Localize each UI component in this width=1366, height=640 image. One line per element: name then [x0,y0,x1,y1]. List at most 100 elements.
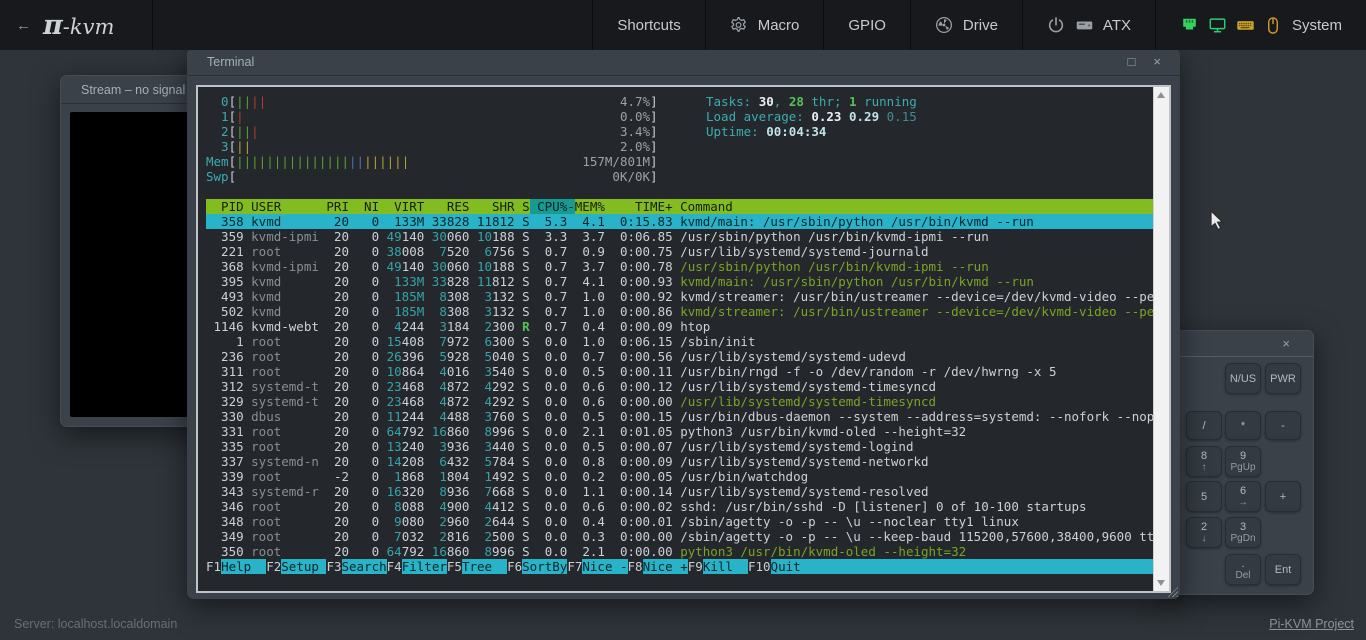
key-3[interactable]: 3PgDn [1225,517,1261,548]
fnkey-F1[interactable]: F1 [206,559,221,574]
fnkey-label-F10[interactable]: Quit [771,559,816,574]
mouse-cursor [1210,210,1226,237]
process-row[interactable]: 346 root 20 0 8088 4900 4412 S 0.0 0.6 0… [206,499,1154,514]
process-row[interactable]: 221 root 20 0 38008 7520 6756 S 0.7 0.9 … [206,244,1154,259]
numpad-window: × N/USPWR /*- 8↑9PgUp56→+2↓3PgDn .DelEnt [1160,330,1314,595]
fnkey-F2[interactable]: F2 [266,559,281,574]
logo-rest: -kvm [63,15,115,39]
process-row[interactable]: 359 kvmd-ipmi 20 0 49140 30060 10188 S 3… [206,229,1154,244]
fnkey-F9[interactable]: F9 [688,559,703,574]
fnkey-label-F4[interactable]: Filter [402,559,447,574]
process-row[interactable]: 331 root 20 0 64792 16860 8996 S 0.0 2.1… [206,424,1154,439]
menu-label: System [1292,17,1342,34]
fnkey-F10[interactable]: F10 [748,559,771,574]
process-row[interactable]: 335 root 20 0 13240 3936 3440 S 0.0 0.5 … [206,439,1154,454]
key-*[interactable]: * [1225,411,1261,440]
htop-function-bar: F1Help F2Setup F3SearchF4FilterF5Tree F6… [206,559,1154,574]
key-9[interactable]: 9PgUp [1225,446,1261,477]
maximize-icon[interactable]: □ [1119,54,1145,69]
pikvm-logo: π-kvm [43,10,114,41]
htop-table-header[interactable]: PID USER PRI NI VIRT RES SHR S CPU%-MEM%… [206,199,1154,214]
menu-label: Shortcuts [617,17,680,34]
meter-Mem: Mem[||||||||||||||||||||||| 157M/801M] [206,154,1154,169]
process-row[interactable]: 1 root 20 0 15408 7972 6300 S 0.0 1.0 0:… [206,334,1154,349]
top-navigation-bar: ← π-kvm Shortcuts Macro GPIO Drive ATX System [0,0,1366,50]
process-row[interactable]: 337 systemd-n 20 0 14208 6432 5784 S 0.0… [206,454,1154,469]
terminal-content[interactable]: 0[|||| 4.7%] 1[| 0.0%] 2[||| 3.4%] 3[|| [196,85,1171,593]
key-2[interactable]: 2↓ [1186,517,1222,548]
key-.[interactable]: .Del [1225,554,1261,585]
fnkey-label-F8[interactable]: Nice + [643,559,688,574]
key-6[interactable]: 6→ [1225,481,1261,512]
meter-0: 0[|||| 4.7%] [206,94,1154,109]
menu-gpio[interactable]: GPIO [823,0,910,50]
nav-menus: Shortcuts Macro GPIO Drive ATX System [592,0,1366,50]
process-row[interactable]: 330 dbus 20 0 11244 4488 3760 S 0.0 0.5 … [206,409,1154,424]
fnkey-F6[interactable]: F6 [507,559,522,574]
fnkey-F3[interactable]: F3 [326,559,341,574]
process-row[interactable]: 348 root 20 0 9080 2960 2644 S 0.0 0.4 0… [206,514,1154,529]
close-icon[interactable]: × [1144,54,1170,69]
process-row[interactable]: 502 kvmd 20 0 185M 8308 3132 S 0.7 1.0 0… [206,304,1154,319]
process-row[interactable]: 329 systemd-t 20 0 23468 4872 4292 S 0.0… [206,394,1154,409]
process-row[interactable]: 395 kvmd 20 0 133M 33828 11812 S 0.7 4.1… [206,274,1154,289]
fnkey-label-F7[interactable]: Nice - [582,559,627,574]
logo-section: ← π-kvm [0,0,153,50]
process-row[interactable]: 339 root -2 0 1868 1804 1492 S 0.0 0.2 0… [206,469,1154,484]
process-row[interactable]: 236 root 20 0 26396 5928 5040 S 0.0 0.7 … [206,349,1154,364]
close-icon[interactable]: × [1273,336,1299,351]
menu-atx[interactable]: ATX [1022,0,1155,50]
server-hostname: Server: localhost.localdomain [14,617,177,631]
key-/[interactable]: / [1186,411,1222,440]
fnkey-F4[interactable]: F4 [387,559,402,574]
logo-pi: π [43,10,63,41]
meter-Swp: Swp[ 0K/0K] [206,169,1154,184]
key--[interactable]: - [1265,411,1301,440]
fnkey-label-F1[interactable]: Help [221,559,266,574]
htop-output: 0[|||| 4.7%] 1[| 0.0%] 2[||| 3.4%] 3[|| [198,87,1154,591]
ethernet-icon [1180,16,1199,35]
fnkey-F8[interactable]: F8 [628,559,643,574]
power-icon [1047,16,1066,35]
menu-label: Drive [963,17,998,34]
key-pwr[interactable]: PWR [1265,363,1301,394]
process-row[interactable]: 493 kvmd 20 0 185M 8308 3132 S 0.7 1.0 0… [206,289,1154,304]
process-row[interactable]: 311 root 20 0 10864 4016 3540 S 0.0 0.5 … [206,364,1154,379]
numpad-window-header: × [1161,331,1313,357]
terminal-scrollbar[interactable] [1153,87,1169,591]
fnkey-label-F3[interactable]: Search [342,559,387,574]
nav-spacer [153,0,592,50]
menu-shortcuts[interactable]: Shortcuts [592,0,704,50]
process-row[interactable]: 312 systemd-t 20 0 23468 4872 4292 S 0.0… [206,379,1154,394]
process-row-selected[interactable]: 358 kvmd 20 0 133M 33828 11812 S 5.3 4.1… [206,214,1154,229]
process-row[interactable]: 343 systemd-r 20 0 16320 8936 7668 S 0.0… [206,484,1154,499]
process-row[interactable]: 1146 kvmd-webt 20 0 4244 3184 2300 R 0.7… [206,319,1154,334]
terminal-window-header: Terminal □ × [187,48,1180,76]
fnkey-label-F2[interactable]: Setup [281,559,326,574]
key-ent[interactable]: Ent [1265,554,1301,585]
server-icon [1075,16,1094,35]
fnkey-F5[interactable]: F5 [447,559,462,574]
fnkey-F7[interactable]: F7 [567,559,582,574]
back-button[interactable]: ← [16,17,31,34]
process-row[interactable]: 350 root 20 0 64792 16860 8996 S 0.0 2.1… [206,544,1154,559]
menu-macro[interactable]: Macro [705,0,824,50]
key-8[interactable]: 8↑ [1186,446,1222,477]
meter-2: 2[||| 3.4%] [206,124,1154,139]
meter-1: 1[| 0.0%] [206,109,1154,124]
menu-label: GPIO [848,17,886,34]
process-row[interactable]: 368 kvmd-ipmi 20 0 49140 30060 10188 S 0… [206,259,1154,274]
keyboard-icon [1236,16,1255,35]
pikvm-project-link[interactable]: Pi-KVM Project [1269,617,1354,631]
key-n/us[interactable]: N/US [1225,363,1261,394]
fnkey-label-F6[interactable]: SortBy [522,559,567,574]
fnkey-label-F5[interactable]: Tree [462,559,507,574]
process-row[interactable]: 349 root 20 0 7032 2816 2500 S 0.0 0.3 0… [206,529,1154,544]
fnkey-label-F9[interactable]: Kill [703,559,748,574]
menu-system[interactable]: System [1155,0,1366,50]
monitor-icon [1208,16,1227,35]
key-+[interactable]: + [1265,481,1301,512]
menu-drive[interactable]: Drive [910,0,1022,50]
key-5[interactable]: 5 [1186,481,1222,512]
sort-column-cpu[interactable]: CPU%- [530,199,575,214]
